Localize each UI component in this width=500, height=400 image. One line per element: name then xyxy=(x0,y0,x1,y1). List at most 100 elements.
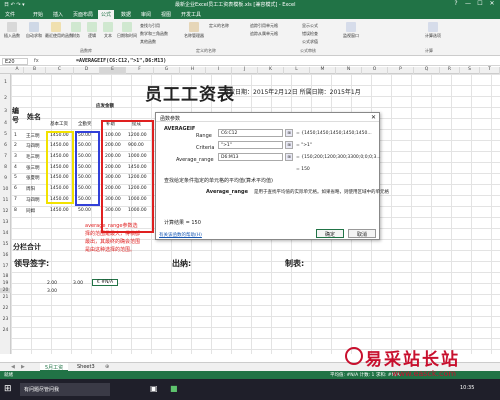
tab-home[interactable]: 开始 xyxy=(30,10,46,19)
column-header[interactable]: L xyxy=(284,67,310,74)
text-button[interactable]: 文本 xyxy=(101,22,115,39)
watch-window-button[interactable]: 监视窗口 xyxy=(340,22,362,39)
column-header[interactable]: R xyxy=(440,67,460,74)
cell-no[interactable]: 7 xyxy=(14,197,17,202)
column-header[interactable]: A xyxy=(11,67,24,74)
cell-name[interactable]: 马四明 xyxy=(26,143,40,149)
cell-no[interactable]: 5 xyxy=(14,175,17,180)
row-header[interactable]: 3 xyxy=(0,109,11,114)
column-header[interactable]: K xyxy=(258,67,284,74)
help-link[interactable]: 有关该函数的帮助(H) xyxy=(159,232,202,238)
excel-icon[interactable]: ■ xyxy=(170,384,178,393)
row-header[interactable]: 15 xyxy=(0,242,11,247)
cell-bonus[interactable]: 50.00 xyxy=(78,208,91,213)
row-header[interactable]: 8 xyxy=(0,165,11,170)
column-header[interactable]: E xyxy=(100,67,126,74)
cell-no[interactable]: 1 xyxy=(14,133,17,138)
average-range-input[interactable]: D6:M13 xyxy=(218,153,283,161)
ok-button[interactable]: 确定 xyxy=(316,229,344,238)
cell-name[interactable]: 张夏明 xyxy=(26,175,40,181)
row-header[interactable]: 17 xyxy=(0,264,11,269)
minimize-button[interactable]: — xyxy=(462,0,474,7)
search-box[interactable]: 有问题尽管问我 xyxy=(20,383,110,396)
range-picker-icon[interactable]: ⊞ xyxy=(285,129,293,137)
trace-dependents-button[interactable]: 追踪从属单元格 xyxy=(250,31,278,37)
error-checking-button[interactable]: 错误检查 xyxy=(302,31,318,37)
active-cell-e20[interactable]: € #N/A xyxy=(92,279,119,286)
lookup-reference-button[interactable]: 查找与引用 xyxy=(140,23,160,29)
cell-d20[interactable]: 3.00 xyxy=(73,281,83,286)
insert-function-button[interactable]: 插入函数 xyxy=(2,22,22,39)
name-manager-button[interactable]: 名称管理器 xyxy=(183,22,205,39)
date-time-button[interactable]: 日期和时间 xyxy=(117,22,137,39)
column-header[interactable]: O xyxy=(362,67,388,74)
tab-view[interactable]: 视图 xyxy=(158,10,174,19)
average-range-picker-icon[interactable]: ⊞ xyxy=(285,153,293,161)
column-header[interactable]: F xyxy=(126,67,154,74)
cell-name[interactable]: 马四明 xyxy=(26,197,40,203)
column-header[interactable]: M xyxy=(310,67,336,74)
row-header[interactable]: 1 xyxy=(0,80,11,85)
row-header[interactable]: 7 xyxy=(0,154,11,159)
criteria-input[interactable]: ">1" xyxy=(218,141,283,149)
defined-names-button[interactable]: 定义的名称 xyxy=(209,23,229,29)
row-header[interactable]: 12 xyxy=(0,209,11,214)
criteria-picker-icon[interactable]: ⊞ xyxy=(285,141,293,149)
tab-review[interactable]: 审阅 xyxy=(138,10,154,19)
cell-no[interactable]: 3 xyxy=(14,154,17,159)
column-header[interactable]: C xyxy=(46,67,74,74)
cell-name[interactable]: 周阳 xyxy=(26,186,35,192)
windows-start-icon[interactable]: ⊞ xyxy=(4,384,12,394)
cell-name[interactable]: 毛三明 xyxy=(26,154,40,160)
column-header[interactable]: Q xyxy=(414,67,440,74)
evaluate-formula-button[interactable]: 公式求值 xyxy=(302,39,318,45)
cell-name[interactable]: 同姆 xyxy=(26,208,35,214)
row-header[interactable]: 13 xyxy=(0,220,11,225)
column-header[interactable]: J xyxy=(232,67,258,74)
tab-insert[interactable]: 插入 xyxy=(50,10,66,19)
logical-button[interactable]: 逻辑 xyxy=(85,22,99,39)
column-header[interactable]: S xyxy=(460,67,480,74)
column-header[interactable]: G xyxy=(154,67,180,74)
column-header[interactable]: B xyxy=(24,67,46,74)
cell-name[interactable]: 王三明 xyxy=(26,133,40,139)
cell-no[interactable]: 4 xyxy=(14,165,17,170)
tab-formulas[interactable]: 公式 xyxy=(98,10,115,19)
row-header[interactable]: 18 xyxy=(0,274,11,279)
trace-precedents-button[interactable]: 追踪引用单元格 xyxy=(250,23,278,29)
column-header[interactable]: I xyxy=(206,67,232,74)
cell-no[interactable]: 6 xyxy=(14,186,17,191)
cell-base[interactable]: 1450.00 xyxy=(50,208,69,213)
row-header[interactable]: 10 xyxy=(0,187,11,192)
column-header[interactable]: D xyxy=(74,67,100,74)
close-button[interactable]: ✕ xyxy=(486,0,498,7)
tab-data[interactable]: 数据 xyxy=(118,10,134,19)
row-header[interactable]: 21 xyxy=(0,295,11,300)
cell-name[interactable]: 张三明 xyxy=(26,165,40,171)
row-header[interactable]: 11 xyxy=(0,198,11,203)
cell-no[interactable]: 8 xyxy=(14,208,17,213)
row-header[interactable]: 9 xyxy=(0,176,11,181)
column-header[interactable]: N xyxy=(336,67,362,74)
row-header[interactable]: 23 xyxy=(0,317,11,322)
help-icon[interactable]: ? xyxy=(450,0,462,7)
formula-input[interactable]: =AVERAGEIF(C6:C12,">1",D6:M13) xyxy=(76,58,166,64)
row-header[interactable]: 24 xyxy=(0,328,11,333)
maximize-button[interactable]: ☐ xyxy=(474,0,486,7)
cell-c21[interactable]: 3.00 xyxy=(47,289,57,294)
financial-button[interactable]: 财务 xyxy=(69,22,83,39)
cell-no[interactable]: 2 xyxy=(14,143,17,148)
row-header[interactable]: 16 xyxy=(0,253,11,258)
recent-functions-button[interactable]: 最近使用的函数 xyxy=(45,22,73,39)
tab-page-layout[interactable]: 页面布局 xyxy=(70,10,96,19)
column-header[interactable]: P xyxy=(388,67,414,74)
row-header[interactable]: 19 xyxy=(0,281,11,286)
cell-c20[interactable]: 2.00 xyxy=(47,281,57,286)
calc-options-button[interactable]: 计算选项 xyxy=(422,22,444,39)
column-header[interactable]: H xyxy=(180,67,206,74)
name-box[interactable]: E20 xyxy=(2,58,28,65)
file-explorer-icon[interactable]: ▣ xyxy=(150,384,158,393)
row-header[interactable]: 2 xyxy=(0,96,11,101)
close-icon[interactable]: ✕ xyxy=(371,114,376,121)
cancel-button[interactable]: 取消 xyxy=(348,229,376,238)
